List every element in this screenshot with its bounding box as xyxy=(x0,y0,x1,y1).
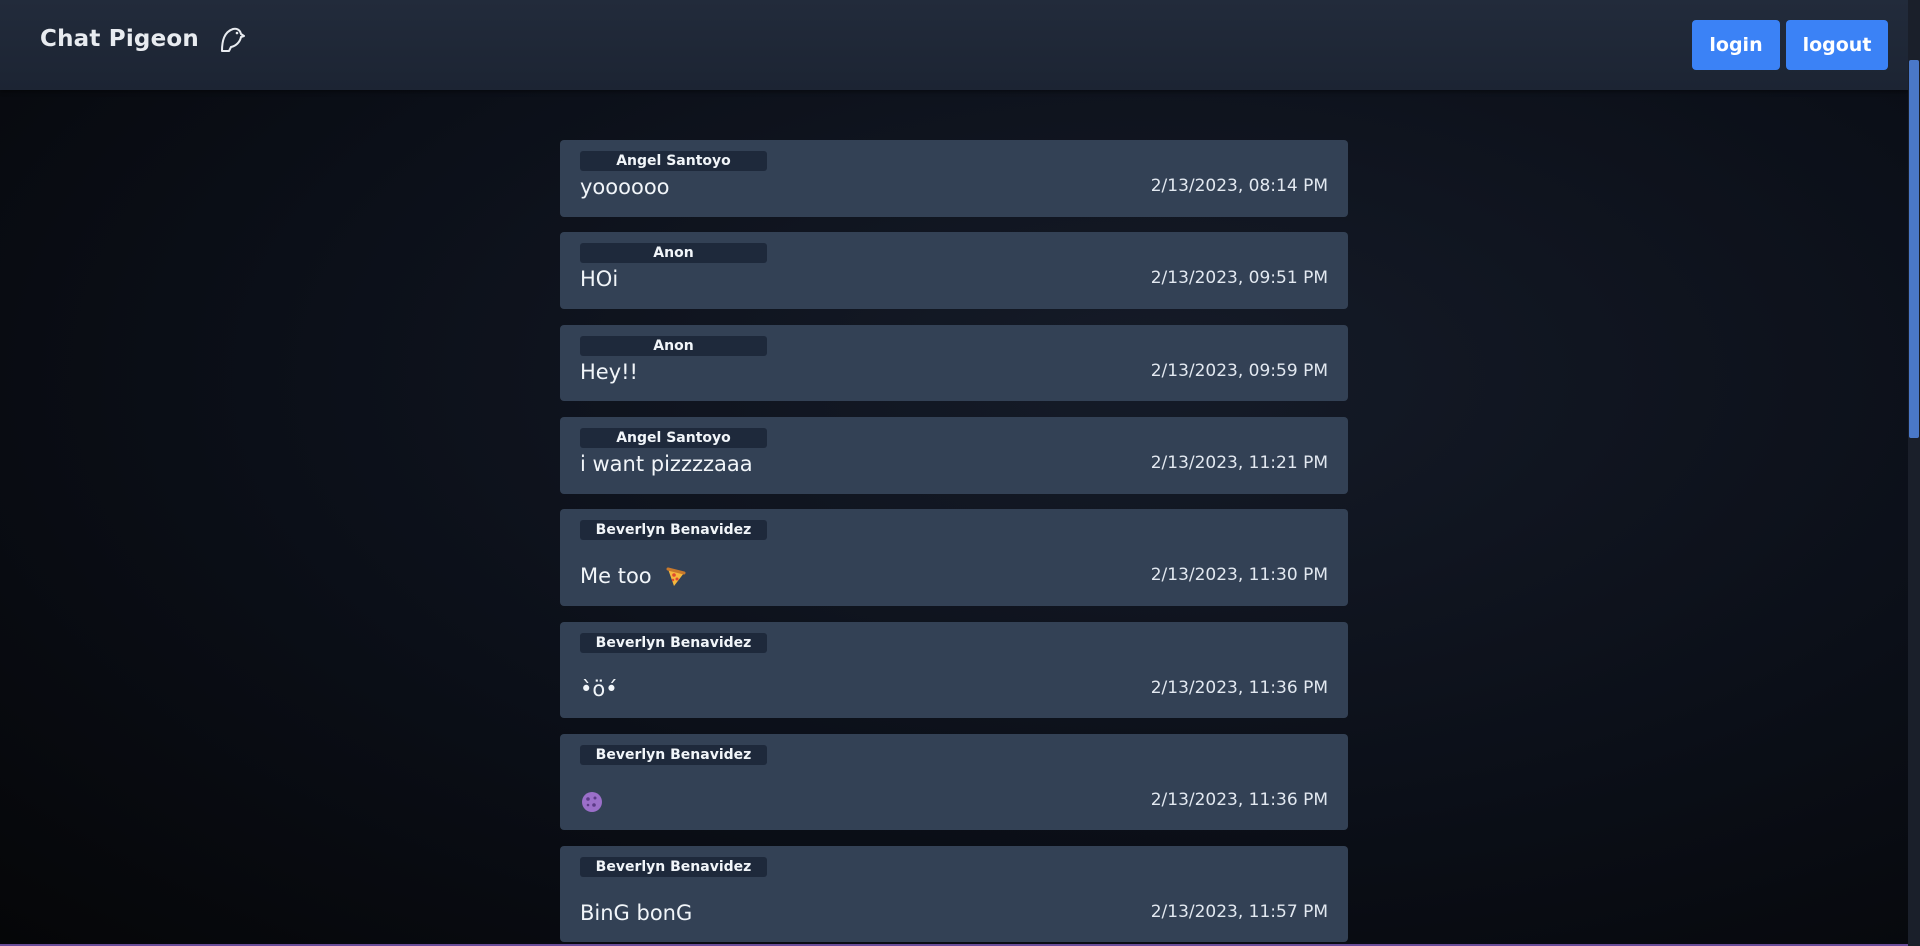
pigeon-icon xyxy=(220,27,245,52)
message-text: Me too xyxy=(580,564,688,589)
app-title: Chat Pigeon xyxy=(40,26,199,52)
message-card: Anon Hey!! 2/13/2023, 09:59 PM xyxy=(560,325,1348,401)
scrollbar-thumb[interactable] xyxy=(1909,60,1919,438)
message-card: Beverlyn Benavidez •̀ö•́ 2/13/2023, 11:3… xyxy=(560,622,1348,718)
message-author: Anon xyxy=(580,336,767,356)
message-author: Angel Santoyo xyxy=(580,428,767,448)
message-text xyxy=(580,789,604,814)
message-timestamp: 2/13/2023, 11:36 PM xyxy=(1150,678,1328,698)
message-author: Beverlyn Benavidez xyxy=(580,857,767,877)
message-timestamp: 2/13/2023, 09:51 PM xyxy=(1150,268,1328,288)
message-text: yoooooo xyxy=(580,175,670,199)
message-card: Anon HOi 2/13/2023, 09:51 PM xyxy=(560,232,1348,309)
message-card: Beverlyn Benavidez 2/13/2023, 11:36 PM xyxy=(560,734,1348,830)
message-text: HOi xyxy=(580,267,619,291)
login-button[interactable]: login xyxy=(1692,20,1780,70)
pizza-icon xyxy=(666,567,686,586)
message-card: Angel Santoyo i want pizzzzaaa 2/13/2023… xyxy=(560,417,1348,494)
message-author: Beverlyn Benavidez xyxy=(580,633,767,653)
logout-button[interactable]: logout xyxy=(1786,20,1888,70)
message-card: Beverlyn Benavidez Me too 2/13/2023, 11:… xyxy=(560,509,1348,606)
message-author: Anon xyxy=(580,243,767,263)
message-author: Beverlyn Benavidez xyxy=(580,520,767,540)
message-card: Angel Santoyo yoooooo 2/13/2023, 08:14 P… xyxy=(560,140,1348,217)
message-timestamp: 2/13/2023, 11:57 PM xyxy=(1150,902,1328,922)
message-timestamp: 2/13/2023, 09:59 PM xyxy=(1150,361,1328,381)
message-text: Hey!! xyxy=(580,360,638,384)
message-text: BinG bonG xyxy=(580,901,693,925)
message-text: •̀ö•́ xyxy=(580,677,618,701)
message-text-content: Me too xyxy=(580,564,652,588)
cookie-icon xyxy=(582,792,602,812)
message-author: Angel Santoyo xyxy=(580,151,767,171)
message-card: Beverlyn Benavidez BinG bonG 2/13/2023, … xyxy=(560,846,1348,942)
message-text: i want pizzzzaaa xyxy=(580,452,753,476)
message-timestamp: 2/13/2023, 08:14 PM xyxy=(1150,176,1328,196)
message-timestamp: 2/13/2023, 11:36 PM xyxy=(1150,790,1328,810)
top-navbar: Chat Pigeon login logout xyxy=(0,0,1908,90)
message-timestamp: 2/13/2023, 11:21 PM xyxy=(1150,453,1328,473)
message-author: Beverlyn Benavidez xyxy=(580,745,767,765)
message-timestamp: 2/13/2023, 11:30 PM xyxy=(1150,565,1328,585)
page-scrollbar[interactable] xyxy=(1908,0,1920,946)
brand[interactable]: Chat Pigeon xyxy=(40,24,245,54)
